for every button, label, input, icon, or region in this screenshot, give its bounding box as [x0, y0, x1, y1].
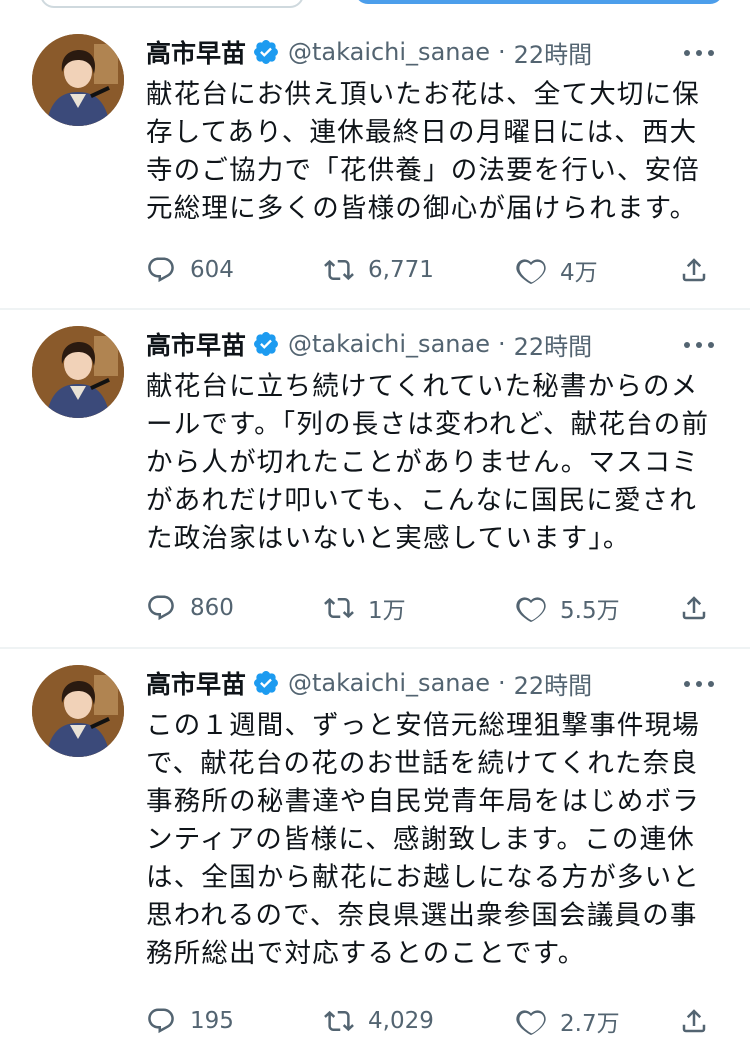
author-name[interactable]: 高市早苗 — [146, 665, 246, 701]
separator-dot: · — [497, 330, 506, 358]
retweet-icon — [324, 597, 354, 619]
tweet-text: 献花台に立ち続けてくれていた秘書からのメールです。「列の長さは変われど、献花台の… — [146, 371, 710, 554]
author-name[interactable]: 高市早苗 — [146, 34, 246, 70]
top-partial-controls — [0, 0, 750, 8]
tweet[interactable]: 高市早苗 @takaichi_sanae · 22時間 この１週間、ずっと安倍元… — [0, 649, 750, 1059]
timestamp[interactable]: 22時間 — [514, 35, 593, 70]
like-count: 2.7万 — [560, 1011, 620, 1037]
reply-count: 195 — [190, 1008, 234, 1034]
retweet-button[interactable]: 4,029 — [324, 1001, 434, 1041]
like-icon — [516, 597, 546, 622]
tweet-text: この１週間、ずっと安倍元総理狙撃事件現場で、献花台の花のお世話を続けてくれた奈良… — [146, 710, 700, 969]
reply-button[interactable]: 195 — [146, 1001, 234, 1041]
retweet-count: 6,771 — [368, 257, 434, 283]
separator-dot: · — [497, 38, 506, 66]
reply-icon — [148, 595, 174, 621]
reply-icon — [148, 1008, 174, 1034]
tweet-actions: 195 4,029 2.7万 — [146, 1001, 721, 1041]
reply-icon — [148, 257, 174, 283]
verified-badge-icon — [254, 671, 278, 695]
avatar[interactable] — [32, 326, 124, 418]
tweet-actions: 860 1万 5.5万 — [146, 588, 721, 628]
retweet-count: 1万 — [368, 598, 406, 624]
avatar[interactable] — [32, 665, 124, 757]
author-handle[interactable]: @takaichi_sanae — [288, 669, 490, 697]
tweet-actions: 604 6,771 4万 — [146, 250, 721, 290]
reply-button[interactable]: 860 — [146, 588, 234, 628]
reply-count: 860 — [190, 595, 234, 621]
retweet-button[interactable]: 1万 — [324, 588, 406, 628]
share-icon — [682, 596, 706, 620]
like-button[interactable]: 2.7万 — [516, 1001, 620, 1041]
timestamp[interactable]: 22時間 — [514, 666, 593, 701]
reply-button[interactable]: 604 — [146, 250, 234, 290]
tweet-text: 献花台にお供え頂いたお花は、全て大切に保存してあり、連休最終日の月曜日には、西大… — [146, 79, 700, 224]
tweet[interactable]: 高市早苗 @takaichi_sanae · 22時間 献花台にお供え頂いたお花… — [0, 18, 750, 308]
retweet-count: 4,029 — [368, 1008, 434, 1034]
reply-count: 604 — [190, 257, 234, 283]
author-handle[interactable]: @takaichi_sanae — [288, 38, 490, 66]
verified-badge-icon — [254, 332, 278, 356]
tweet-header: 高市早苗 @takaichi_sanae · 22時間 — [146, 663, 592, 703]
tweet-header: 高市早苗 @takaichi_sanae · 22時間 — [146, 32, 592, 72]
retweet-icon — [324, 1010, 354, 1032]
separator-dot: · — [497, 669, 506, 697]
like-icon — [516, 259, 546, 284]
like-button[interactable]: 5.5万 — [516, 588, 620, 628]
top-outline-button[interactable] — [40, 0, 304, 8]
retweet-button[interactable]: 6,771 — [324, 250, 434, 290]
more-icon[interactable] — [682, 679, 716, 689]
tweet[interactable]: 高市早苗 @takaichi_sanae · 22時間 献花台に立ち続けてくれて… — [0, 310, 750, 647]
like-icon — [516, 1010, 546, 1035]
retweet-icon — [324, 259, 354, 281]
verified-badge-icon — [254, 40, 278, 64]
more-icon[interactable] — [682, 340, 716, 350]
more-icon[interactable] — [682, 48, 716, 58]
like-button[interactable]: 4万 — [516, 250, 598, 290]
tweet-header: 高市早苗 @takaichi_sanae · 22時間 — [146, 324, 592, 364]
author-name[interactable]: 高市早苗 — [146, 326, 246, 362]
share-icon — [682, 258, 706, 282]
timestamp[interactable]: 22時間 — [514, 327, 593, 362]
share-icon — [682, 1009, 706, 1033]
like-count: 4万 — [560, 260, 598, 286]
share-button[interactable] — [679, 1001, 709, 1041]
share-button[interactable] — [679, 588, 709, 628]
share-button[interactable] — [679, 250, 709, 290]
top-filled-button[interactable] — [355, 0, 723, 4]
author-handle[interactable]: @takaichi_sanae — [288, 330, 490, 358]
avatar[interactable] — [32, 34, 124, 126]
like-count: 5.5万 — [560, 598, 620, 624]
